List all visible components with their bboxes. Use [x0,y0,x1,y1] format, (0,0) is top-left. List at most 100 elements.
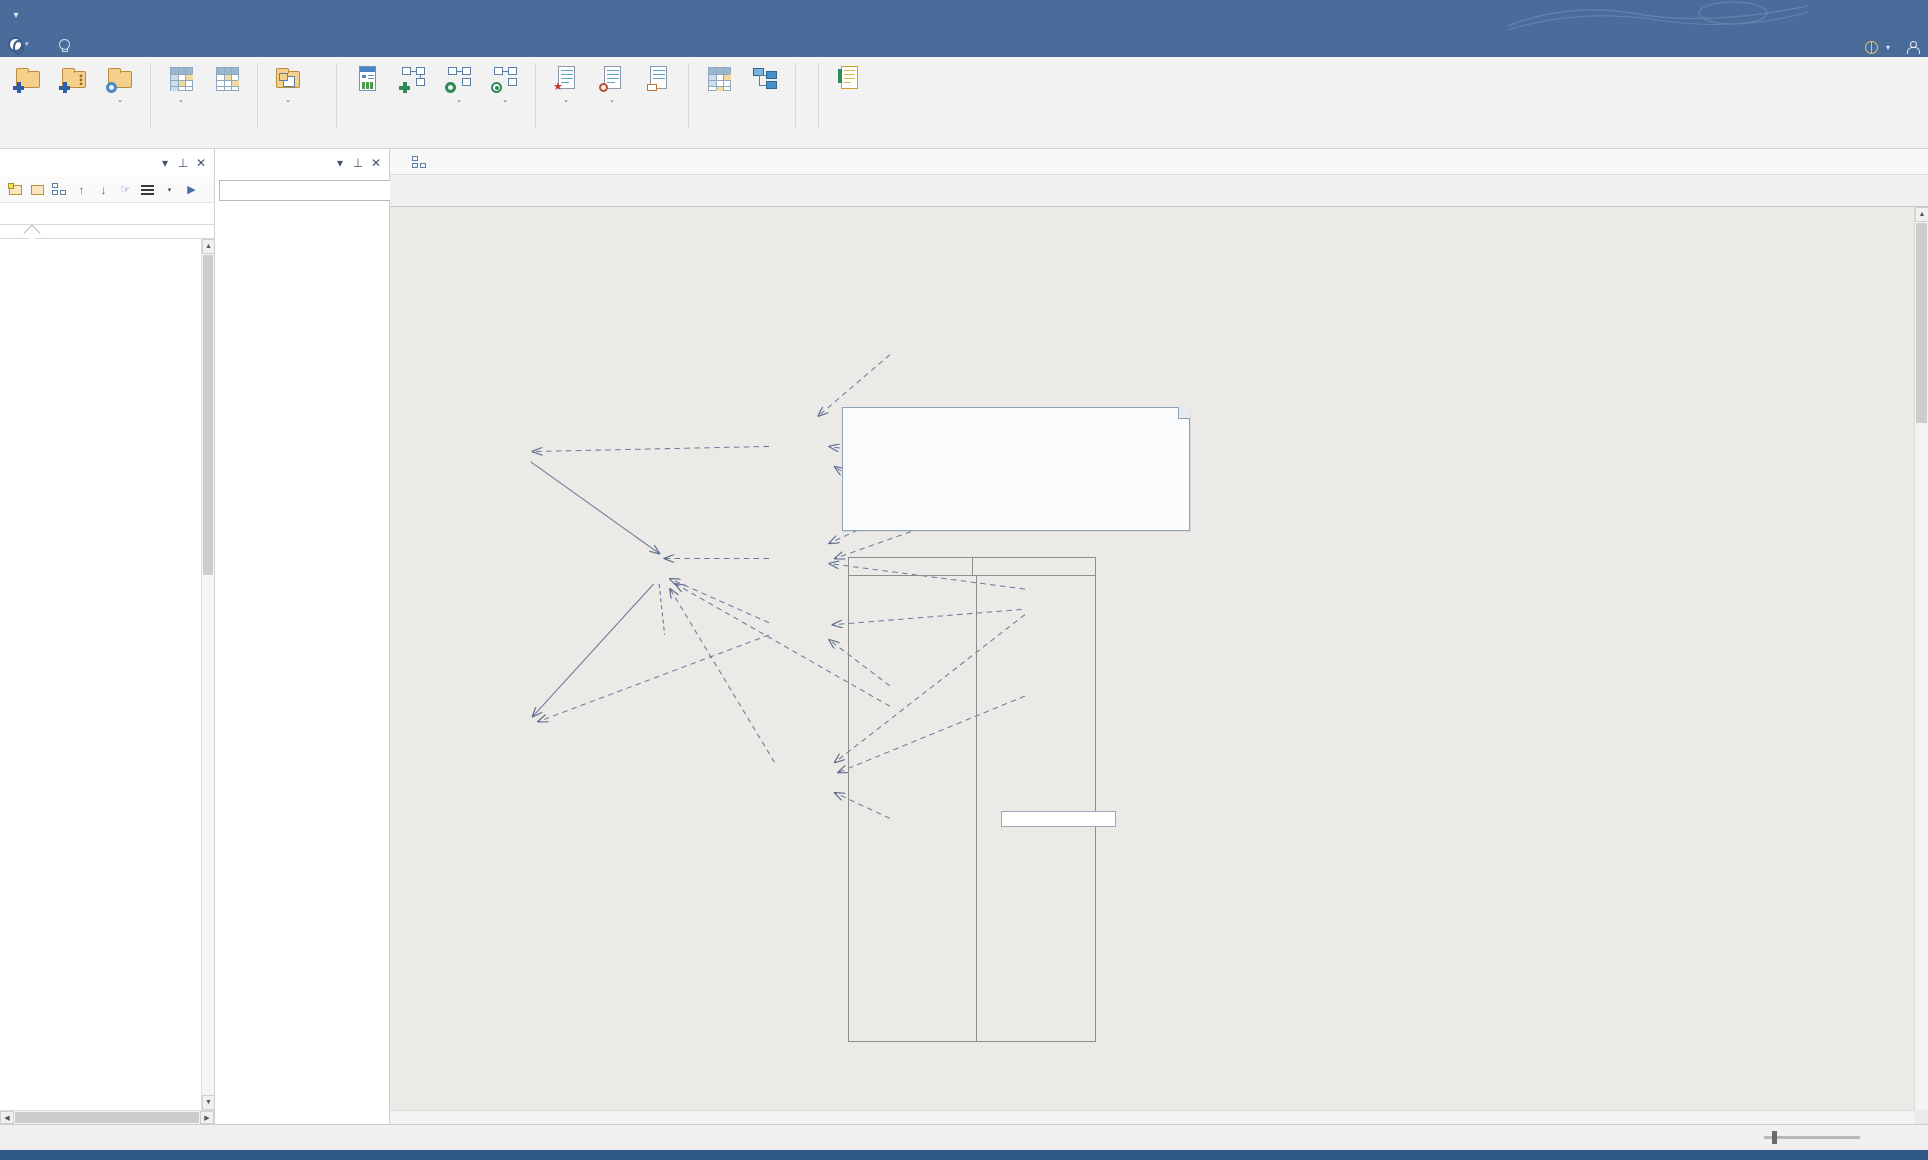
scrollbar-thumb[interactable] [1916,223,1927,423]
minimize-button[interactable] [1820,0,1856,30]
ribbon-group-package-2: ⌄ [153,57,255,148]
close-icon[interactable]: ✕ [367,154,385,172]
quick-access-toolbar[interactable]: ▾ [0,0,24,30]
open-package-icon[interactable] [28,180,47,199]
ribbon-group-glossary [821,57,877,148]
diagram-connectors [530,354,1026,819]
star-icon: ★ [553,81,563,93]
menu-icon[interactable] [138,180,157,199]
diagram-canvas[interactable]: ▲ [390,207,1928,1124]
collapse-icon[interactable] [1860,153,1878,171]
glossary-icon [834,64,864,94]
ribbon-group-diagram: ⌄ ⌄ [339,57,533,148]
model-tree[interactable]: ▲ ▼ [0,239,214,1110]
model-browser-toolbar[interactable]: ↑ ↓ ☞ ▾ ▶ [0,177,214,203]
display-format-button[interactable]: ⌄ [482,62,528,106]
chevron-down-icon[interactable]: ⌄ [502,97,508,104]
ribbon-group-package-title [0,132,148,148]
status-right-tools[interactable] [1745,1131,1922,1144]
window-controls[interactable] [1820,0,1928,30]
move-down-icon[interactable]: ↓ [94,180,113,199]
swimlane-container[interactable] [848,557,1096,1042]
diagram-ops-button[interactable]: ⌄ [436,62,482,106]
model-browser-tabs[interactable] [0,203,214,225]
perspective-selector[interactable]: ▾ [1864,40,1890,54]
chevron-down-icon[interactable]: ⌄ [285,97,291,104]
toolbox-items[interactable] [215,205,389,1124]
scroll-up-arrow[interactable]: ▲ [1915,207,1928,222]
ribbon-group-diagram-title [339,132,533,148]
qat-caret-icon[interactable]: ▾ [8,7,24,23]
scroll-left-arrow[interactable]: ◀ [0,1111,14,1124]
scrollbar-thumb[interactable] [203,255,213,575]
model-tree-hscrollbar[interactable]: ◀ ▶ [0,1110,214,1124]
gap-analysis-button[interactable] [204,62,250,99]
close-icon[interactable] [1904,153,1922,171]
new-diagram-icon[interactable] [50,180,69,199]
canvas-horizontal-scrollbar[interactable] [390,1110,1914,1124]
zoom-slider-thumb[interactable] [1772,1131,1777,1144]
toolbox-search-row[interactable] [219,178,426,202]
new-package-icon[interactable] [6,180,25,199]
scroll-up-arrow[interactable]: ▲ [202,239,214,254]
chevron-down-icon[interactable]: ▾ [331,154,349,172]
transform-button[interactable]: ⌄ [265,62,311,106]
relationship-matrix-button[interactable]: ⌄ [158,62,204,106]
ribbon-group-spacer-title-2 [260,132,316,148]
attribute-matrix-button[interactable] [696,62,742,99]
diagram-topbar-tools[interactable] [1860,153,1928,171]
new-diagram-button[interactable] [390,62,436,99]
scroll-down-arrow[interactable]: ▼ [202,1095,214,1110]
swimlane-divider [976,576,977,1042]
dropdown-caret-icon[interactable]: ▾ [160,180,179,199]
package-ops-icon [105,64,135,94]
diagram-constraint-note[interactable] [1001,811,1116,827]
close-button[interactable] [1892,0,1928,30]
pointer-icon[interactable]: ☞ [116,180,135,199]
model-browser-panel: ▾ ⊥ ✕ ↑ ↓ ☞ ▾ ▶ ▲ ▼ ◀ ▶ [0,149,215,1124]
ribbon-right-tools[interactable]: ▾ [1864,40,1922,54]
sub-window-button[interactable] [635,62,681,99]
chevron-down-icon[interactable]: ⌄ [456,97,462,104]
chevron-down-icon[interactable]: ⌄ [117,97,123,104]
ribbon-tab-strip[interactable]: ▾ ▾ [0,30,1928,57]
command-search[interactable] [48,35,85,57]
toolbox-search-input[interactable] [219,179,392,201]
zoom-slider[interactable] [1764,1131,1860,1144]
main-area: ▾ ⊥ ✕ ↑ ↓ ☞ ▾ ▶ ▲ ▼ ◀ ▶ ▾ ⊥ ✕ ▲ [0,149,1928,1124]
pin-icon[interactable]: ⊥ [349,154,367,172]
template-button[interactable] [51,62,97,99]
user-menu[interactable] [1906,41,1922,54]
ribbon-group-element: ★ ⌄ ⌄ [538,57,686,148]
scroll-right-arrow[interactable]: ▶ [200,1111,214,1124]
model-browser-tab-indicator [0,225,214,239]
diagram-description-note[interactable] [842,407,1190,531]
chevron-down-icon[interactable]: ⌄ [563,97,569,104]
zoom-control[interactable] [1757,1131,1874,1144]
ribbon-group-spacer-title-5 [798,132,816,148]
model-tree-scrollbar[interactable]: ▲ ▼ [201,239,214,1110]
swimlane-header-member [848,557,972,576]
application-logo-icon[interactable]: ▾ [8,33,34,55]
new-package-button[interactable] [5,62,51,99]
element-ops-button[interactable]: ⌄ [589,62,635,106]
chevron-down-icon[interactable]: ⌄ [178,97,184,104]
package-ops-button[interactable]: ⌄ [97,62,143,106]
maximize-button[interactable] [1856,0,1892,30]
chevron-down-icon[interactable] [1882,153,1900,171]
add-element-button[interactable]: ★ ⌄ [543,62,589,106]
run-icon[interactable]: ▶ [182,180,201,199]
move-up-icon[interactable]: ↑ [72,180,91,199]
close-icon[interactable]: ✕ [192,154,210,172]
pin-icon[interactable]: ⊥ [174,154,192,172]
glossary-button[interactable] [826,62,872,99]
chevron-down-icon[interactable]: ⌄ [609,97,615,104]
diagram-canvas-surface[interactable] [390,207,1928,1124]
canvas-vertical-scrollbar[interactable]: ▲ [1914,207,1928,1110]
chevron-down-icon[interactable]: ▾ [156,154,174,172]
traceability-button[interactable] [742,62,788,99]
display-format-icon [490,64,520,94]
hscrollbar-thumb[interactable] [15,1112,199,1123]
diagram-tab-strip[interactable] [390,175,1928,207]
toolbox-button[interactable] [344,62,390,99]
